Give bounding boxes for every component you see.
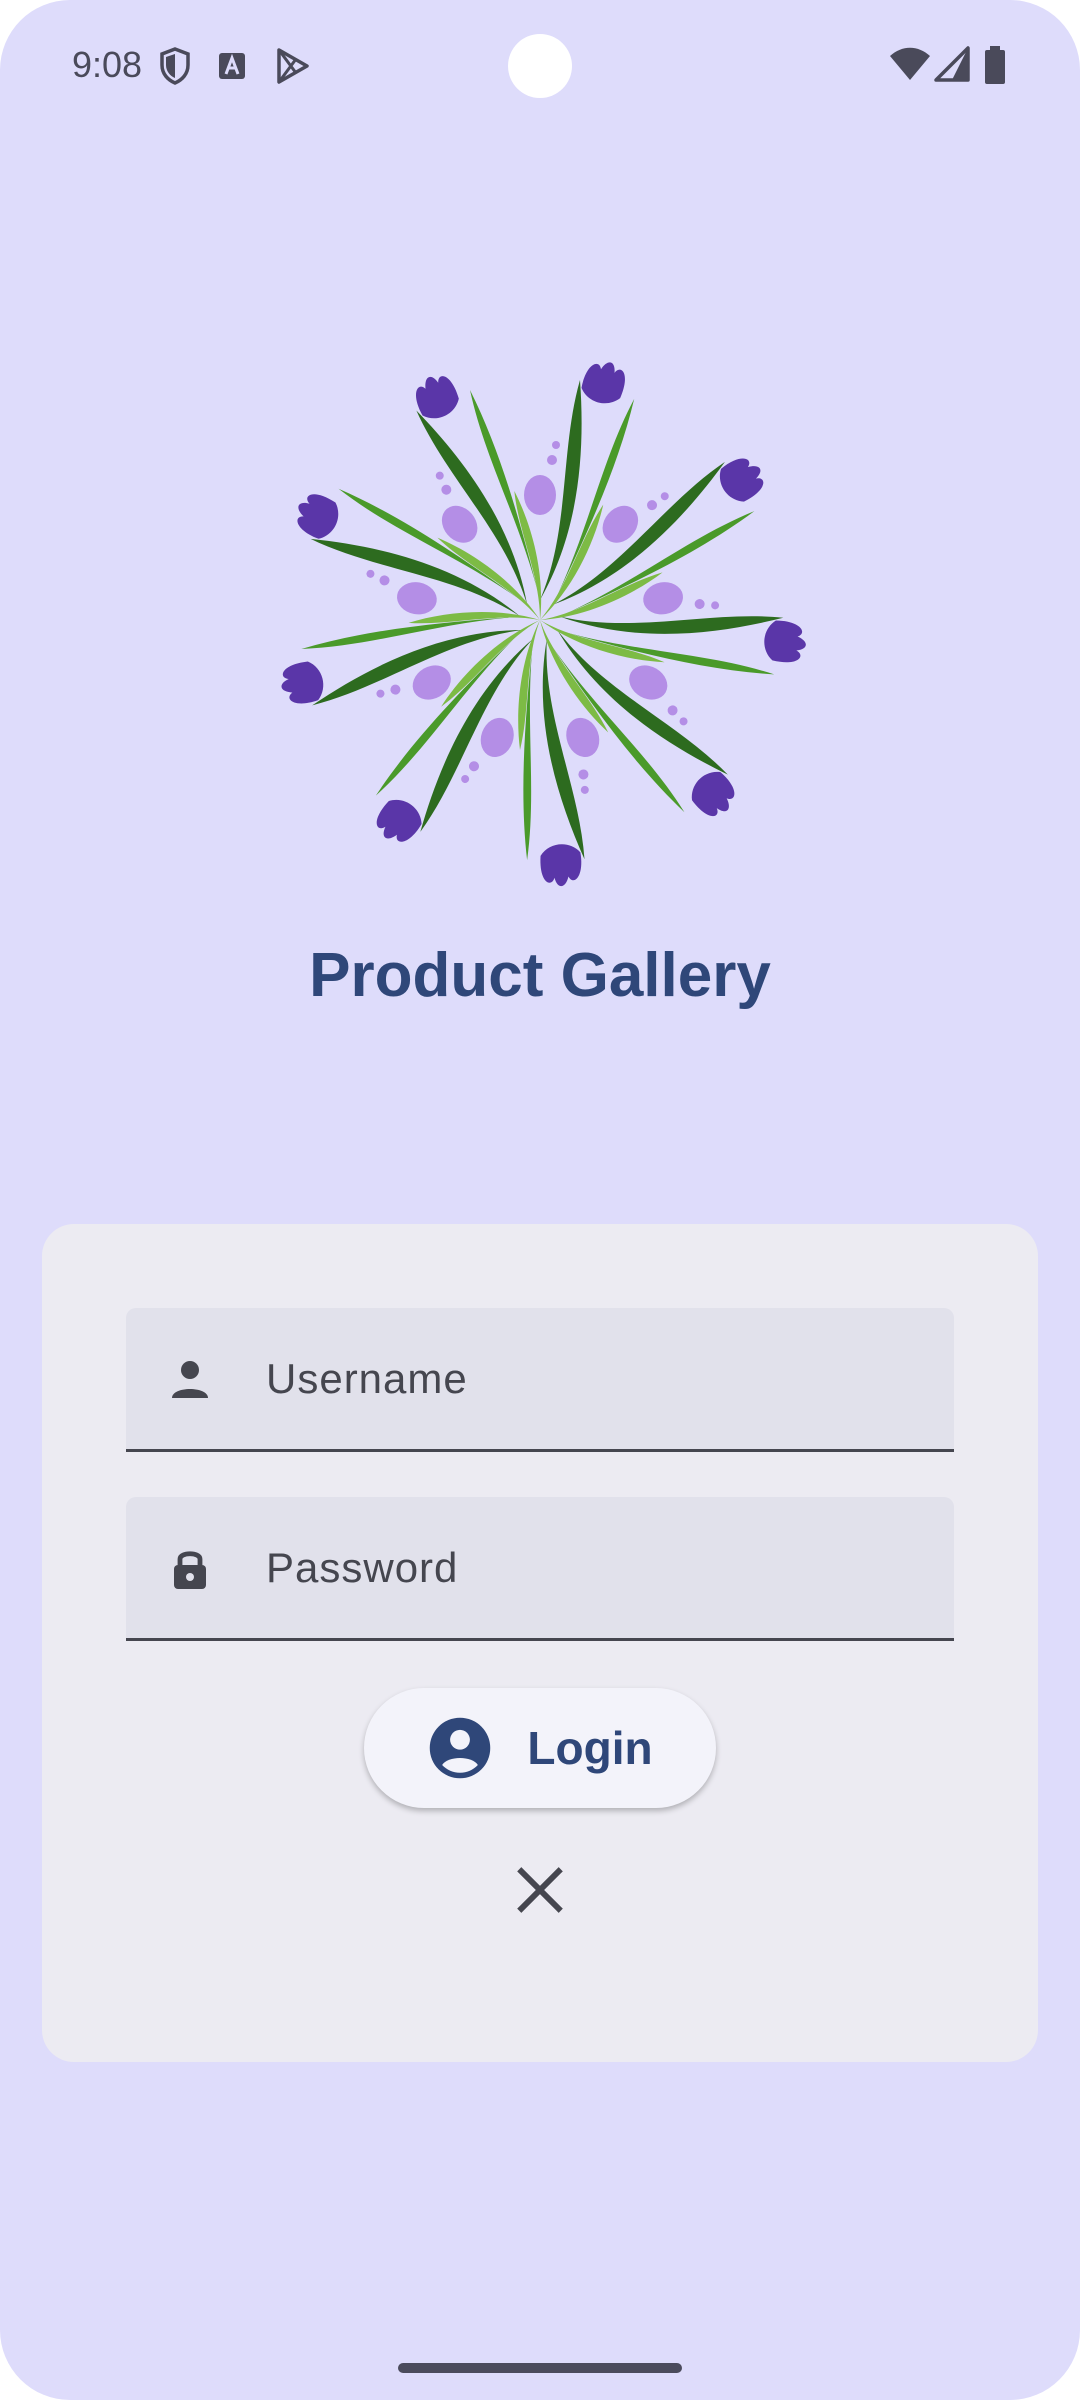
close-icon [517,1867,563,1913]
person-icon [172,1361,208,1398]
shield-icon [160,47,190,85]
battery-icon [985,46,1005,84]
password-field[interactable] [126,1497,954,1641]
username-input[interactable] [264,1308,928,1450]
password-input[interactable] [264,1497,928,1639]
lock-icon [174,1551,206,1589]
camera-cutout [508,34,572,98]
account-circle-icon [430,1717,491,1779]
app-title: Product Gallery [309,941,771,1010]
status-time: 9:08 [72,44,143,85]
login-card: Login [42,1224,1038,2062]
login-screen: 9:08 Product Gallery Username Login [0,0,1080,2400]
login-button[interactable]: Login [364,1688,716,1808]
username-field[interactable] [126,1308,954,1452]
close-button[interactable] [508,1858,572,1922]
status-bar: 9:08 [0,0,1080,132]
wifi-icon [890,47,930,80]
signal-icon [934,46,970,82]
a-badge-icon [219,53,245,79]
play-store-icon [277,48,309,84]
floral-wreath-logo [281,362,806,887]
login-button-label: Login [527,1722,653,1774]
home-indicator[interactable] [398,2363,682,2373]
